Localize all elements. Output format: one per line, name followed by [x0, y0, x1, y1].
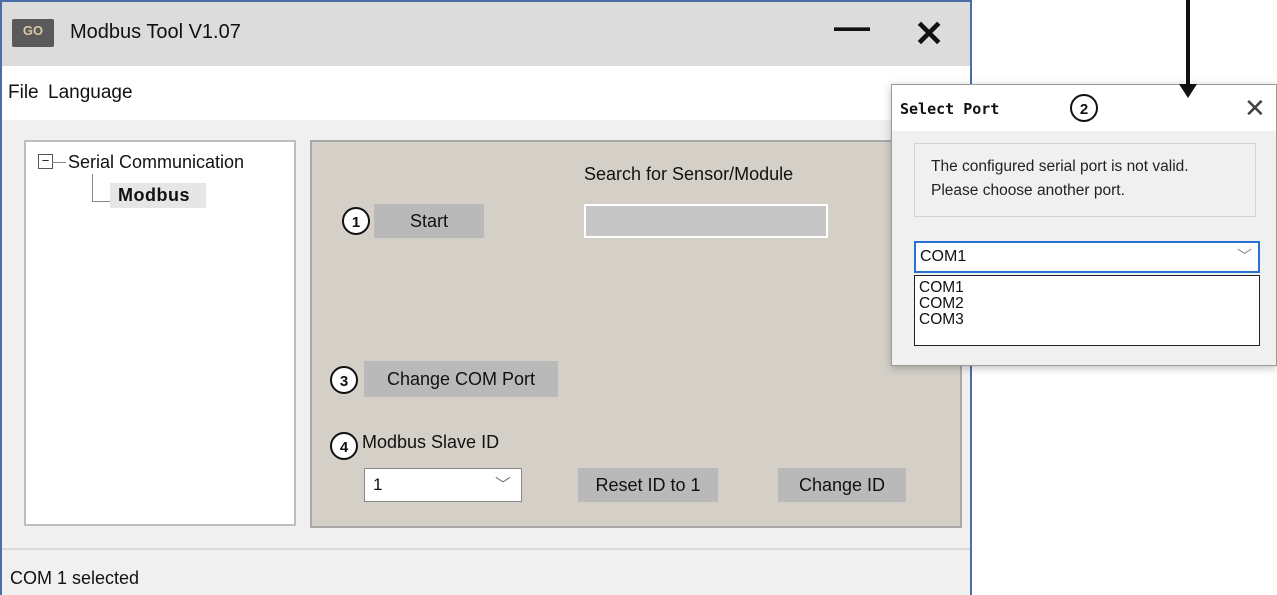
minimize-button[interactable]: — — [834, 6, 870, 48]
tree-node-modbus[interactable]: Modbus — [110, 183, 206, 208]
menu-file[interactable]: File — [8, 82, 39, 104]
slave-id-select[interactable]: 1 ﹀ — [364, 468, 522, 502]
step-marker-4: 4 — [330, 432, 358, 460]
window-title: Modbus Tool V1.07 — [70, 21, 241, 43]
select-port-dialog: Select Port 2 ✕ The configured serial po… — [891, 84, 1277, 366]
app-logo: GO — [12, 19, 54, 47]
change-id-button[interactable]: Change ID — [778, 468, 906, 502]
chevron-down-icon: ﹀ — [1236, 248, 1252, 265]
step-marker-1: 1 — [342, 207, 370, 235]
dialog-close-button[interactable]: ✕ — [1244, 93, 1266, 124]
logo-text: GO — [22, 23, 44, 38]
reset-id-button[interactable]: Reset ID to 1 — [578, 468, 718, 502]
modbus-panel: Search for Sensor/Module 1 Start 3 Chang… — [310, 140, 962, 528]
dialog-message-box: The configured serial port is not valid.… — [914, 143, 1256, 217]
menu-language[interactable]: Language — [48, 82, 133, 104]
arrow-head-icon — [1179, 84, 1197, 98]
step-marker-3: 3 — [330, 366, 358, 394]
slave-id-label: Modbus Slave ID — [362, 432, 500, 452]
search-progress-field — [584, 204, 828, 238]
port-dropdown-list: COM1 COM2 COM3 — [914, 275, 1260, 346]
collapse-toggle-icon[interactable]: − — [38, 154, 53, 169]
chevron-down-icon: ﹀ — [494, 477, 511, 494]
tree-connector — [92, 201, 110, 202]
dialog-title: Select Port — [900, 100, 1000, 118]
dialog-title-bar: Select Port 2 ✕ — [892, 85, 1276, 131]
port-option-com3[interactable]: COM3 — [919, 312, 964, 328]
slave-id-value: 1 — [373, 475, 383, 494]
search-label: Search for Sensor/Module — [584, 164, 794, 184]
close-button[interactable]: ✕ — [914, 16, 944, 52]
port-option-com2[interactable]: COM2 — [919, 296, 964, 312]
port-option-com1[interactable]: COM1 — [919, 280, 964, 296]
tree-connector — [92, 174, 93, 202]
change-com-port-button[interactable]: Change COM Port — [364, 361, 558, 397]
status-text: COM 1 selected — [10, 568, 140, 588]
port-select-value: COM1 — [920, 248, 967, 265]
step-marker-2: 2 — [1070, 94, 1098, 122]
start-button[interactable]: Start — [374, 204, 484, 238]
status-bar: COM 1 selected — [2, 548, 970, 595]
dialog-message-line: The configured serial port is not valid. — [931, 158, 1189, 175]
dialog-message-line: Please choose another port. — [931, 182, 1125, 199]
down-arrow-icon — [1186, 0, 1190, 86]
tree-view: − Serial Communication Modbus — [24, 140, 296, 526]
menu-bar: File Language — [2, 66, 970, 120]
window-body: − Serial Communication Modbus Search for… — [2, 120, 970, 548]
tree-connector — [52, 162, 66, 163]
port-select[interactable]: COM1 ﹀ — [914, 241, 1260, 273]
tree-node-serial-communication[interactable]: Serial Communication — [68, 152, 244, 173]
title-bar: GO Modbus Tool V1.07 — ✕ — [2, 2, 970, 66]
main-window: GO Modbus Tool V1.07 — ✕ File Language −… — [0, 0, 972, 595]
